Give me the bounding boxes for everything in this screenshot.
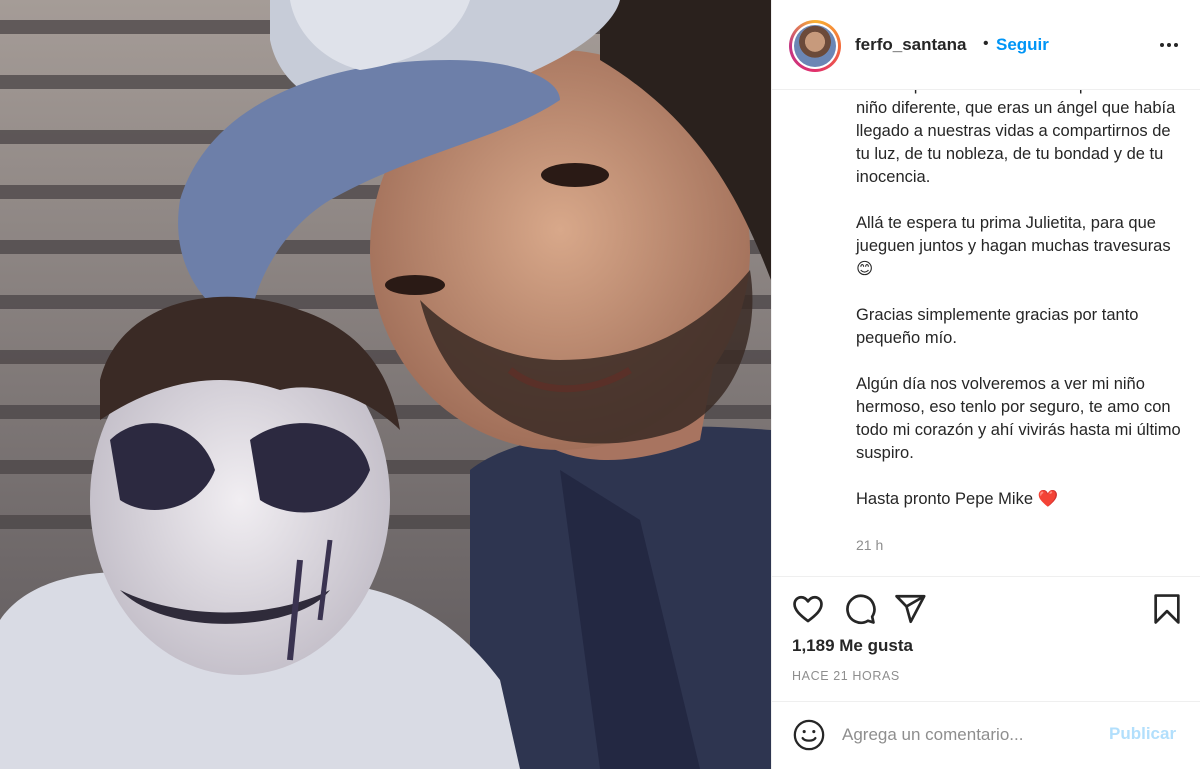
caption-text: Desde que naciste sabíamos que eras un n… <box>856 90 1186 534</box>
more-options-icon[interactable] <box>1154 33 1184 57</box>
post-header: ferfo_santana • Seguir <box>772 0 1200 90</box>
post-timestamp[interactable]: HACE 21 HORAS <box>792 669 900 683</box>
post-photo[interactable] <box>0 0 771 769</box>
avatar[interactable] <box>789 20 841 72</box>
post-side-panel: ferfo_santana • Seguir Desde que naciste… <box>771 0 1200 769</box>
likes-count[interactable]: 1,189 Me gusta <box>792 636 913 656</box>
post-photo-image <box>0 0 771 769</box>
comment-icon[interactable] <box>843 592 877 626</box>
more-dot <box>1174 43 1178 47</box>
avatar-image <box>794 25 836 67</box>
caption-paragraph: Algún día nos volveremos a ver mi niño h… <box>856 375 1181 462</box>
avatar-frame <box>792 23 838 69</box>
share-icon[interactable] <box>893 592 927 626</box>
bookmark-icon[interactable] <box>1150 592 1184 626</box>
comment-input[interactable] <box>842 722 1092 748</box>
emoji-icon[interactable] <box>792 718 826 752</box>
more-dot <box>1160 43 1164 47</box>
publish-button[interactable]: Publicar <box>1109 724 1176 744</box>
comment-bar: Publicar <box>772 701 1200 769</box>
username-link[interactable]: ferfo_santana <box>855 35 966 55</box>
follow-button[interactable]: Seguir <box>996 35 1049 55</box>
caption-paragraph: Allá te espera tu prima Julietita, para … <box>856 214 1171 278</box>
caption-scroll-area[interactable]: Desde que naciste sabíamos que eras un n… <box>772 90 1200 577</box>
more-dot <box>1167 43 1171 47</box>
caption-paragraph: Desde que naciste sabíamos que eras un n… <box>856 90 1176 186</box>
heart-icon[interactable] <box>791 592 825 626</box>
caption-paragraph: Gracias simplemente gracias por tanto pe… <box>856 306 1139 347</box>
separator-dot: • <box>983 35 989 52</box>
caption-paragraph: Hasta pronto Pepe Mike ❤️ <box>856 490 1059 508</box>
post-actions <box>772 578 1200 638</box>
caption-relative-time: 21 h <box>856 537 884 553</box>
